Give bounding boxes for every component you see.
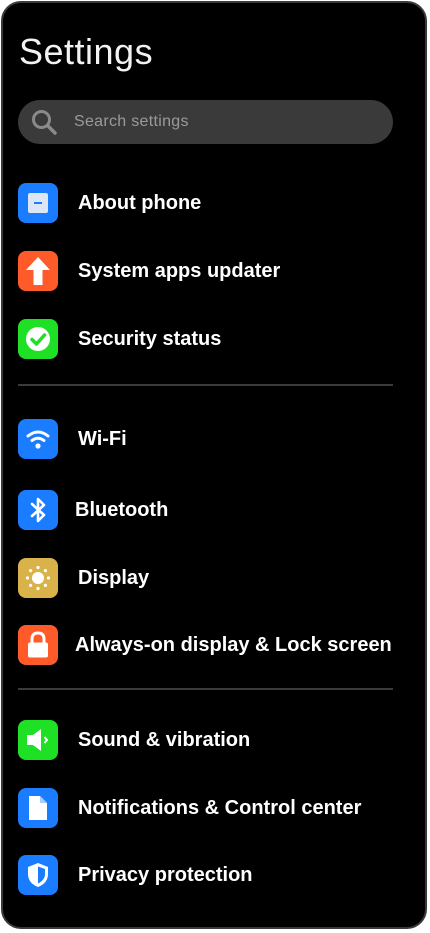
notification-document-icon <box>18 788 58 828</box>
settings-item-notifications[interactable]: Notifications & Control center <box>3 778 425 838</box>
settings-item-lock-screen[interactable]: Always-on display & Lock screen <box>3 615 425 675</box>
section-divider <box>18 688 393 690</box>
settings-item-label: Display <box>78 566 150 589</box>
wifi-icon <box>18 419 58 459</box>
check-circle-icon <box>18 319 58 359</box>
settings-item-about-phone[interactable]: About phone <box>3 173 425 233</box>
search-bar[interactable]: Search settings <box>18 100 393 144</box>
arrow-up-icon <box>18 251 58 291</box>
settings-item-label: Sound & vibration <box>78 728 251 751</box>
settings-item-label: Always-on display & Lock screen <box>75 633 392 656</box>
settings-item-sound-vibration[interactable]: Sound & vibration <box>3 710 425 770</box>
settings-item-security-status[interactable]: Security status <box>3 309 425 369</box>
settings-item-display[interactable]: Display <box>3 548 425 608</box>
bluetooth-icon <box>18 490 58 530</box>
settings-item-label: System apps updater <box>78 259 281 282</box>
search-input[interactable]: Search settings <box>74 113 189 131</box>
settings-item-label: Bluetooth <box>75 498 169 521</box>
page-title: Settings <box>19 31 154 72</box>
section-divider <box>18 384 393 386</box>
settings-item-system-apps-updater[interactable]: System apps updater <box>3 241 425 301</box>
search-icon <box>30 108 58 136</box>
settings-item-label: Notifications & Control center <box>78 796 362 819</box>
sun-icon <box>18 558 58 598</box>
settings-item-label: Wi-Fi <box>78 427 127 450</box>
settings-item-wifi[interactable]: Wi-Fi <box>3 409 425 469</box>
settings-item-label: Privacy protection <box>78 863 253 886</box>
settings-screen: Settings Search settings About phone Sys… <box>1 1 427 929</box>
settings-item-label: About phone <box>78 191 202 214</box>
phone-info-icon <box>18 183 58 223</box>
settings-item-label: Security status <box>78 327 222 350</box>
settings-item-privacy-protection[interactable]: Privacy protection <box>3 845 425 905</box>
lock-icon <box>18 625 58 665</box>
speaker-icon <box>18 720 58 760</box>
settings-item-bluetooth[interactable]: Bluetooth <box>3 480 425 540</box>
shield-icon <box>18 855 58 895</box>
